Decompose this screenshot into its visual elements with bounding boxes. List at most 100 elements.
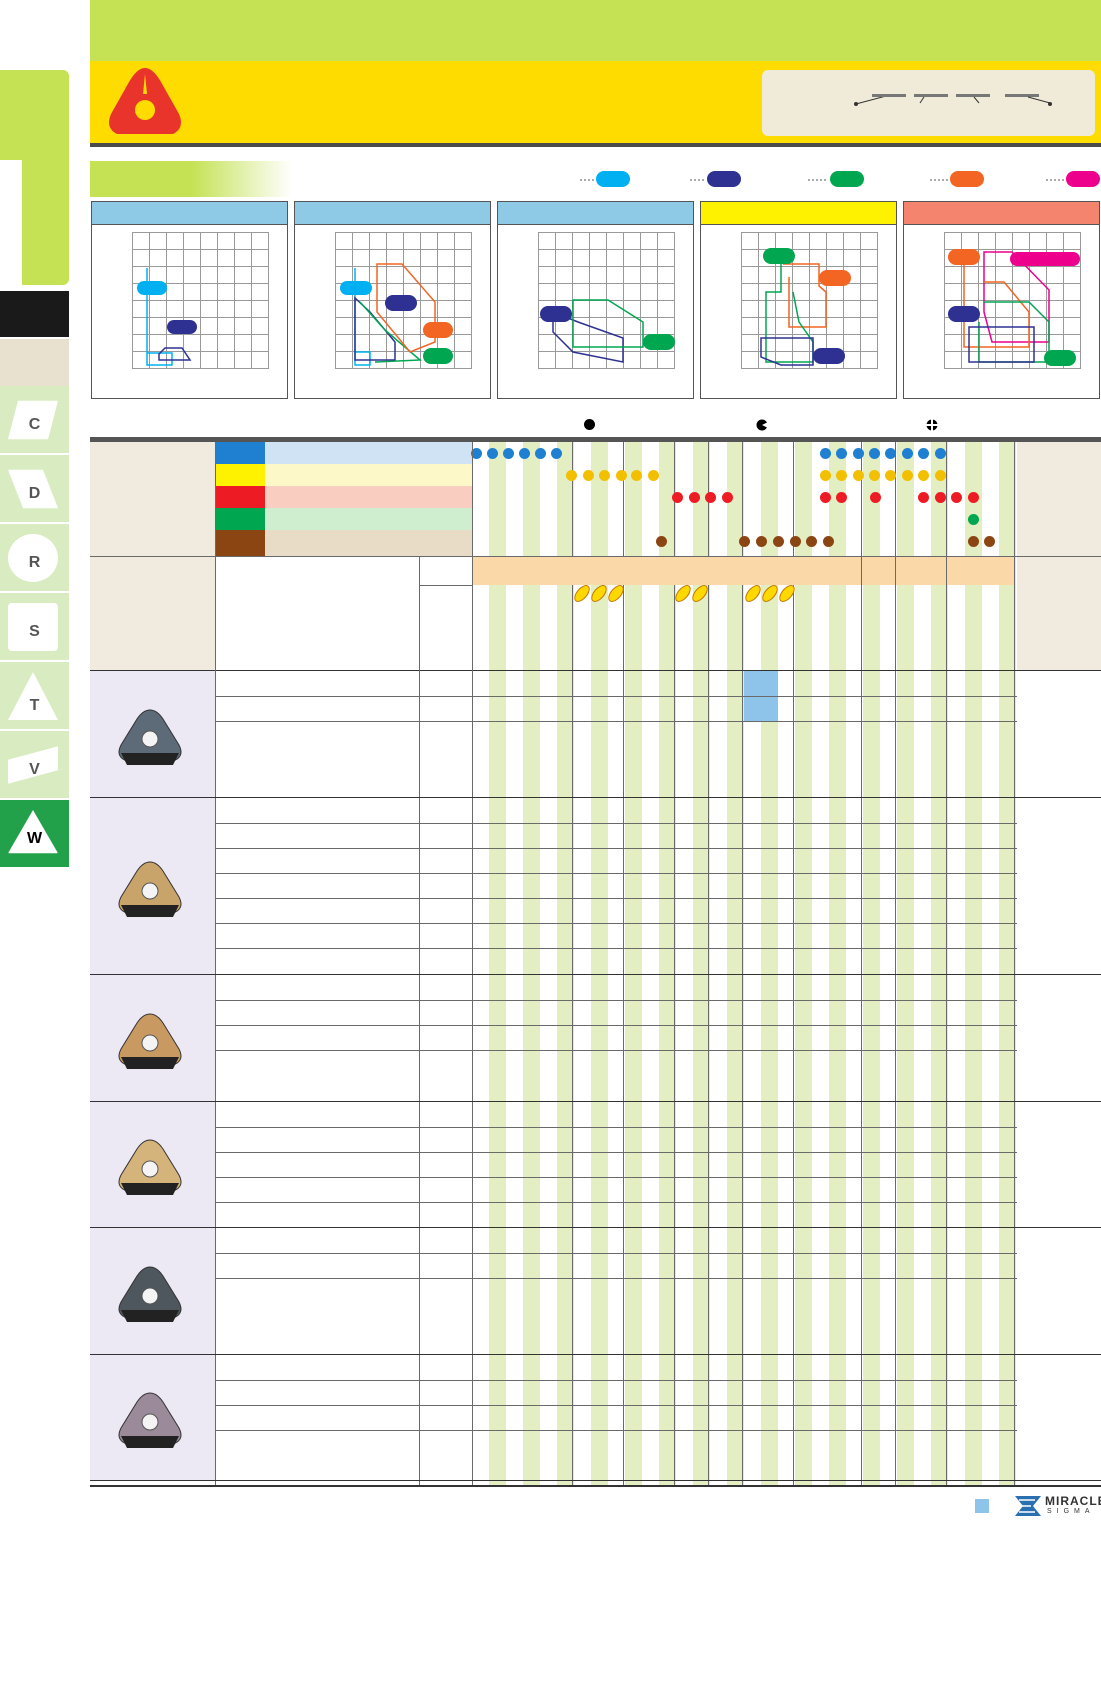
row-rule <box>215 1253 1017 1254</box>
matrix-divider <box>708 442 709 1486</box>
matrix-stripe <box>829 442 846 1486</box>
recommendation-dot <box>836 492 847 503</box>
material-p-band <box>265 442 472 464</box>
group-rule <box>90 1227 1101 1228</box>
row-rule <box>215 1177 1017 1178</box>
recommendation-dot <box>551 448 562 459</box>
row-rule <box>215 1152 1017 1153</box>
legend-bar <box>90 161 1101 197</box>
recommendation-dot <box>968 492 979 503</box>
side-tab-d[interactable]: D <box>0 455 69 524</box>
group-rule <box>90 797 1101 798</box>
recommendation-dot <box>902 448 913 459</box>
recommendation-dot <box>599 470 610 481</box>
row-rule <box>215 1050 1017 1051</box>
side-tab-black[interactable] <box>0 291 69 337</box>
side-tab-r[interactable]: R <box>0 524 69 593</box>
brand-name: MIRACLE <box>1045 1494 1101 1508</box>
insert-group-2 <box>90 798 215 975</box>
row-rule <box>215 823 1017 824</box>
header-group-cell <box>90 557 215 670</box>
material-n-swatch <box>215 508 265 530</box>
miracle-sigma-logo: MIRACLE SIGMA <box>1015 1494 1101 1525</box>
side-tab-t[interactable]: T <box>0 662 69 731</box>
recommendation-dot <box>616 470 627 481</box>
coating-divider <box>861 557 862 585</box>
recommendation-dot <box>535 448 546 459</box>
group-marker-light-interrupted-icon <box>756 419 768 431</box>
row-rule <box>215 696 1017 697</box>
recommendation-dot <box>918 448 929 459</box>
recommendation-dot <box>583 470 594 481</box>
recommendation-dot <box>806 536 817 547</box>
row-rule <box>215 721 1017 722</box>
matrix-stripe <box>965 442 982 1486</box>
row-rule <box>215 923 1017 924</box>
matrix-stripe <box>523 442 540 1486</box>
recommendation-dot <box>853 448 864 459</box>
recommendation-dot <box>918 492 929 503</box>
group-rule <box>90 1480 1101 1481</box>
recommendation-dot <box>836 448 847 459</box>
chip-diagram-2 <box>294 201 491 399</box>
matrix-stripe <box>489 442 506 1486</box>
recommendation-dot <box>705 492 716 503</box>
chip-diagram-1 <box>91 201 288 399</box>
material-k-swatch <box>215 486 265 508</box>
side-tab-s[interactable]: S <box>0 593 69 662</box>
cutting-schematic-icon <box>854 94 1052 106</box>
row-rule <box>215 1405 1017 1406</box>
row-rule <box>215 1202 1017 1203</box>
side-tab-t-label: T <box>29 697 40 714</box>
row-rule <box>215 948 1017 949</box>
recommendation-dot <box>648 470 659 481</box>
recommendation-dot <box>935 470 946 481</box>
side-tab-beige[interactable] <box>0 339 69 386</box>
side-tab-w[interactable]: W <box>0 800 69 869</box>
trigon-logo-icon <box>105 64 185 145</box>
matrix-stripe <box>625 442 642 1486</box>
material-group-cell <box>90 442 215 556</box>
insert-group-1 <box>90 671 215 798</box>
cut-depth-box <box>762 70 1095 136</box>
material-n-band <box>265 508 472 530</box>
matrix-divider <box>572 442 573 1486</box>
insert-photo-icon <box>115 1390 185 1450</box>
top-banner <box>90 0 1101 61</box>
side-tab-r-label: R <box>28 554 41 571</box>
col-rule <box>215 442 216 1486</box>
recommendation-dot <box>935 448 946 459</box>
table-bottom-rule <box>90 1485 1101 1487</box>
insert-photo-icon <box>115 1011 185 1071</box>
side-tab-c[interactable]: C <box>0 386 69 455</box>
recommendation-dot <box>689 492 700 503</box>
recommendation-dot <box>885 448 896 459</box>
recommendation-dot <box>918 470 929 481</box>
insert-group-4 <box>90 1102 215 1228</box>
recommendation-dot <box>722 492 733 503</box>
recommendation-dot <box>773 536 784 547</box>
side-tab-v[interactable]: V <box>0 731 69 800</box>
chip-diagram-3 <box>497 201 694 399</box>
row-rule <box>419 585 472 586</box>
recommendation-dot <box>869 448 880 459</box>
recommendation-dot <box>968 514 979 525</box>
recommendation-dot <box>739 536 750 547</box>
recommendation-dot <box>853 470 864 481</box>
group-marker-continuous-icon <box>584 419 595 430</box>
side-tab-d-label: D <box>28 485 41 502</box>
recommendation-dot <box>487 448 498 459</box>
chip-diagram-5 <box>903 201 1100 399</box>
footer-legend-swatch <box>975 1499 989 1513</box>
coating-divider <box>946 557 947 585</box>
side-tab-notch <box>0 160 22 285</box>
recommendation-dot <box>672 492 683 503</box>
recommendation-dot <box>820 492 831 503</box>
row-rule <box>215 1000 1017 1001</box>
insert-group-5 <box>90 1228 215 1355</box>
matrix-stripe <box>863 442 880 1486</box>
matrix-divider <box>946 442 947 1486</box>
side-tab-c-label: C <box>28 416 41 433</box>
row-rule <box>215 1380 1017 1381</box>
row-rule <box>215 1430 1017 1431</box>
